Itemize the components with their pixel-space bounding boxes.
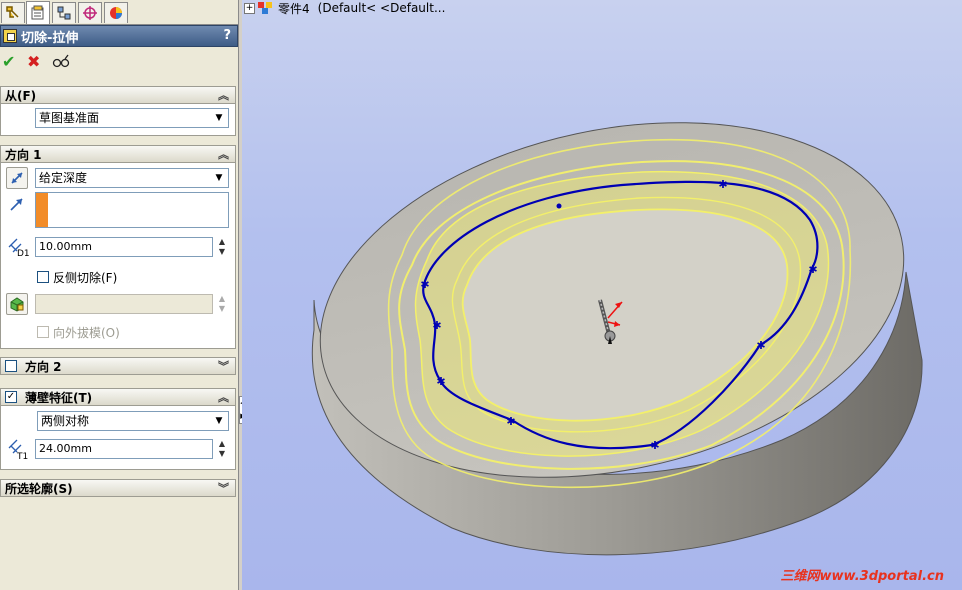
direction1-group-title: 方向 1 bbox=[5, 147, 42, 162]
collapse-chevron-icon[interactable]: ︽ bbox=[218, 146, 229, 162]
appearance-sphere-icon bbox=[110, 7, 122, 19]
thickness-input[interactable]: 24.00mm bbox=[35, 439, 213, 459]
dropdown-arrow-icon: ▼ bbox=[215, 113, 223, 123]
direction2-group-title: 方向 2 bbox=[25, 359, 62, 374]
thin-type-select[interactable]: 两侧对称 ▼ bbox=[37, 411, 229, 431]
direction-reference-selection-box[interactable] bbox=[35, 192, 229, 228]
thickness-value: 24.00mm bbox=[39, 442, 92, 455]
expand-chevron-icon[interactable]: ︾ bbox=[218, 480, 229, 496]
selected-contours-group-title: 所选轮廓(S) bbox=[5, 481, 73, 496]
from-group-header[interactable]: 从(F) ︽ bbox=[0, 86, 236, 104]
depth-symbol: D1 bbox=[17, 249, 30, 259]
direction1-group-header[interactable]: 方向 1 ︽ bbox=[0, 145, 236, 163]
svg-text:✱: ✱ bbox=[432, 319, 441, 332]
thickness-symbol: T1 bbox=[17, 452, 29, 462]
from-condition-select[interactable]: 草图基准面 ▼ bbox=[35, 108, 229, 128]
selection-focus-indicator bbox=[36, 193, 48, 227]
direction-vector-icon bbox=[9, 196, 25, 215]
depth-value: 10.00mm bbox=[39, 240, 92, 253]
thin-feature-group-header[interactable]: ✓ 薄壁特征(T) ︽ bbox=[0, 388, 236, 406]
draft-toggle-button[interactable] bbox=[6, 293, 28, 315]
thin-feature-group-title: 薄壁特征(T) bbox=[25, 390, 93, 405]
display-manager-tab[interactable] bbox=[104, 2, 128, 23]
flip-side-cut-checkbox[interactable] bbox=[37, 271, 49, 283]
thin-feature-checkbox[interactable]: ✓ bbox=[5, 391, 17, 403]
action-buttons: ✔ ✖ bbox=[0, 52, 238, 74]
property-sheet-icon bbox=[31, 5, 44, 20]
direction1-group-body: 给定深度 ▼ D1 10.00mm ▲ ▼ 反侧切除(F) ▲ ▼ 向外拔模(O) bbox=[0, 163, 236, 349]
draft-angle-input[interactable] bbox=[35, 294, 213, 314]
feature-title-bar: 切除-拉伸 ? bbox=[0, 25, 238, 47]
draft-outward-label: 向外拔模(O) bbox=[53, 326, 120, 340]
dropdown-arrow-icon: ▼ bbox=[215, 416, 223, 426]
end-condition-value: 给定深度 bbox=[39, 171, 88, 185]
configuration-icon bbox=[57, 6, 71, 20]
direction2-checkbox[interactable] bbox=[5, 360, 17, 372]
cancel-x-icon[interactable]: ✖ bbox=[27, 52, 40, 72]
draft-angle-spinner[interactable]: ▲ ▼ bbox=[215, 294, 229, 314]
reverse-direction-button[interactable] bbox=[6, 167, 28, 189]
svg-text:✱: ✱ bbox=[718, 178, 727, 191]
svg-text:✱: ✱ bbox=[506, 415, 515, 428]
watermark: 三维网www.3dportal.cn bbox=[780, 569, 944, 584]
svg-text:✱: ✱ bbox=[756, 339, 765, 352]
collapse-chevron-icon[interactable]: ︽ bbox=[218, 87, 229, 103]
reverse-direction-icon bbox=[11, 172, 23, 184]
cut-extrude-icon bbox=[3, 29, 17, 43]
configuration-manager-tab[interactable] bbox=[52, 2, 76, 23]
sketch-midpoint bbox=[556, 203, 562, 209]
expand-chevron-icon[interactable]: ︾ bbox=[218, 358, 229, 374]
direction2-group-header[interactable]: 方向 2 ︾ bbox=[0, 357, 236, 375]
dropdown-arrow-icon: ▼ bbox=[215, 173, 223, 183]
help-button[interactable]: ? bbox=[223, 28, 231, 43]
from-group-body: 草图基准面 ▼ bbox=[0, 104, 236, 136]
end-condition-select[interactable]: 给定深度 ▼ bbox=[35, 168, 229, 188]
model-view: ✱ ✱ ✱ ✱ ✱ ✱ ✱ ✱ bbox=[311, 122, 923, 556]
crosshair-icon bbox=[83, 6, 97, 20]
draft-outward-checkbox[interactable] bbox=[37, 326, 49, 338]
glasses-icon bbox=[52, 54, 70, 68]
ok-check-icon[interactable]: ✔ bbox=[2, 52, 15, 72]
from-group-title: 从(F) bbox=[5, 88, 37, 103]
thin-type-value: 两侧对称 bbox=[41, 414, 90, 428]
draft-icon bbox=[10, 297, 24, 312]
thin-feature-group-body: 两侧对称 ▼ T1 24.00mm ▲ ▼ bbox=[0, 406, 236, 470]
detailed-preview-button[interactable] bbox=[52, 52, 72, 75]
collapse-chevron-icon[interactable]: ︽ bbox=[218, 389, 229, 405]
flip-side-cut-label: 反侧切除(F) bbox=[53, 271, 118, 285]
thickness-spinner[interactable]: ▲ ▼ bbox=[215, 439, 229, 459]
manager-tabs bbox=[0, 0, 238, 25]
svg-text:✱: ✱ bbox=[436, 375, 445, 388]
selected-contours-group-header[interactable]: 所选轮廓(S) ︾ bbox=[0, 479, 236, 497]
svg-text:✱: ✱ bbox=[808, 263, 817, 276]
feature-tree-icon bbox=[6, 6, 19, 18]
from-condition-value: 草图基准面 bbox=[39, 111, 100, 125]
depth-input[interactable]: 10.00mm bbox=[35, 237, 213, 257]
property-manager-tab[interactable] bbox=[26, 1, 50, 24]
depth-spinner[interactable]: ▲ ▼ bbox=[215, 237, 229, 257]
dimxpert-manager-tab[interactable] bbox=[78, 2, 102, 23]
property-manager-panel: 切除-拉伸 ? ✔ ✖ 从(F) ︽ 草图基准面 ▼ 方向 1 ︽ 给定深度 ▼ bbox=[0, 0, 238, 590]
feature-manager-tab[interactable] bbox=[1, 2, 25, 23]
feature-title: 切除-拉伸 bbox=[21, 30, 79, 46]
svg-text:✱: ✱ bbox=[420, 278, 429, 291]
graphics-viewport[interactable]: + 零件4 (Default< <Default... ✱ ✱ ✱ ✱ ✱ ✱ … bbox=[242, 0, 962, 590]
svg-text:✱: ✱ bbox=[650, 439, 659, 452]
